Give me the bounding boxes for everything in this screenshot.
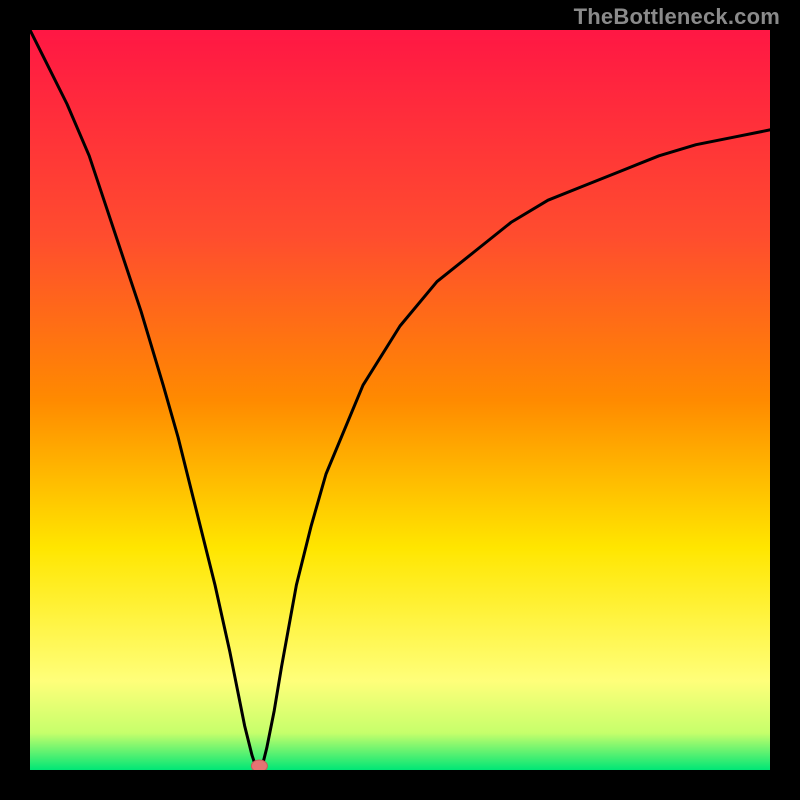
- gradient-background: [30, 30, 770, 770]
- optimal-point-marker: [251, 760, 267, 770]
- chart-svg: [30, 30, 770, 770]
- chart-frame: TheBottleneck.com: [0, 0, 800, 800]
- plot-area: [30, 30, 770, 770]
- watermark-text: TheBottleneck.com: [574, 4, 780, 30]
